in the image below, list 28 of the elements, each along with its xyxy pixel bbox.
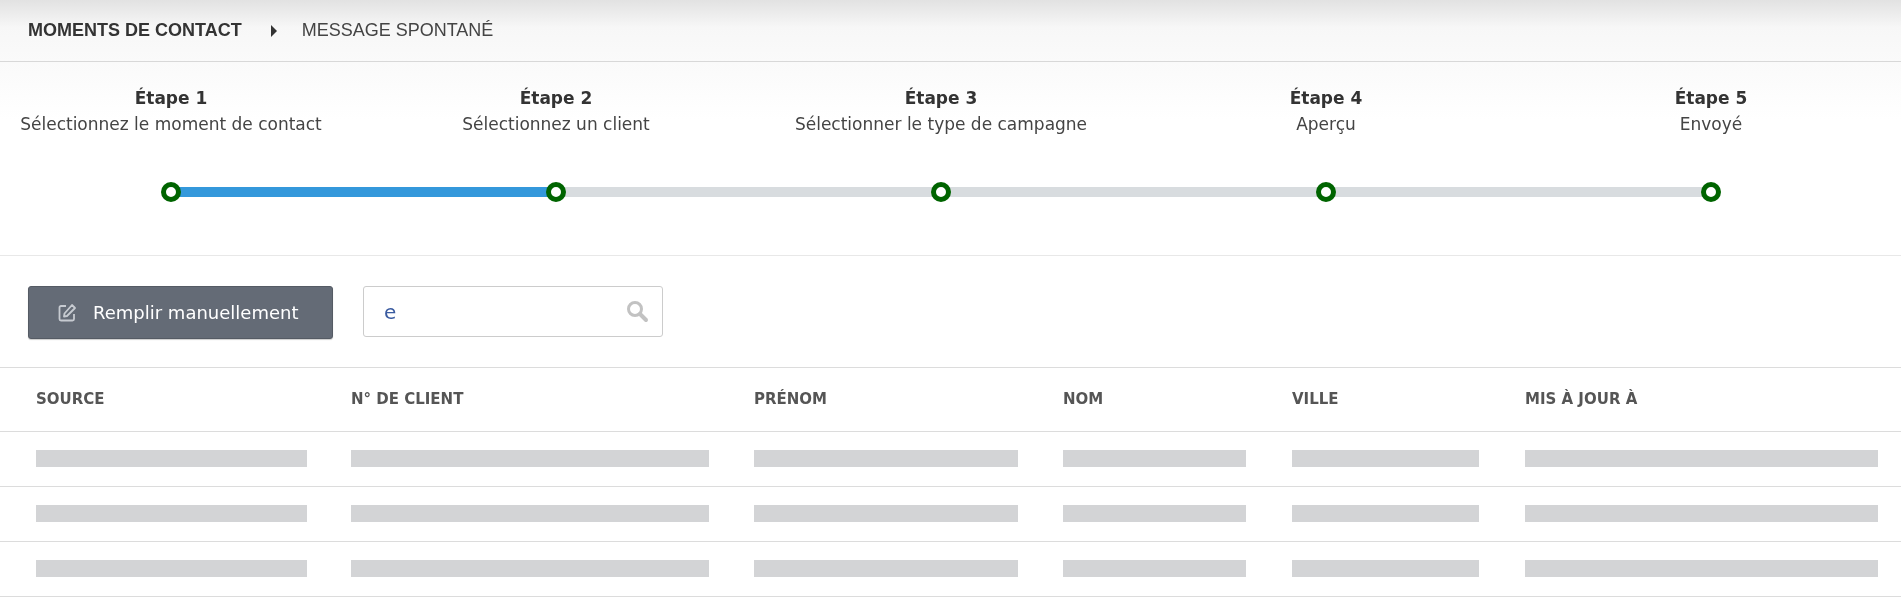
column-header[interactable]: N° DE CLIENT [351,390,464,409]
column-header[interactable]: NOM [1063,390,1104,409]
step-label: Envoyé [1679,113,1743,136]
step-title: Étape 2 [519,86,593,110]
column-header[interactable]: VILLE [1292,390,1339,409]
column-header[interactable]: SOURCE [36,390,105,409]
step-label: Sélectionner le type de campagne [794,113,1088,136]
step-title: Étape 4 [1289,86,1363,110]
step-dot [161,182,181,202]
search-icon [625,299,649,323]
breadcrumb-current: MESSAGE SPONTANÉ [301,20,494,41]
step-title: Étape 5 [1674,86,1748,110]
search-field[interactable]: e [363,286,663,337]
step-dot [546,182,566,202]
step-dot [1701,182,1721,202]
step-label: Aperçu [1296,113,1356,136]
step-dot [931,182,951,202]
step-title: Étape 3 [904,86,978,110]
column-header[interactable]: PRÉNOM [754,390,828,409]
fill-manually-button[interactable]: Remplir manuellement [28,286,333,339]
step-title: Étape 1 [134,86,208,110]
step-label: Sélectionnez le moment de contact [20,113,322,136]
caret-icon [269,24,278,37]
column-header[interactable]: MIS À JOUR À [1525,390,1638,409]
edit-icon [57,302,77,323]
breadcrumb-link[interactable]: MOMENTS DE CONTACT [28,20,242,41]
step-label: Sélectionnez un client [462,113,650,136]
step-dot [1316,182,1336,202]
